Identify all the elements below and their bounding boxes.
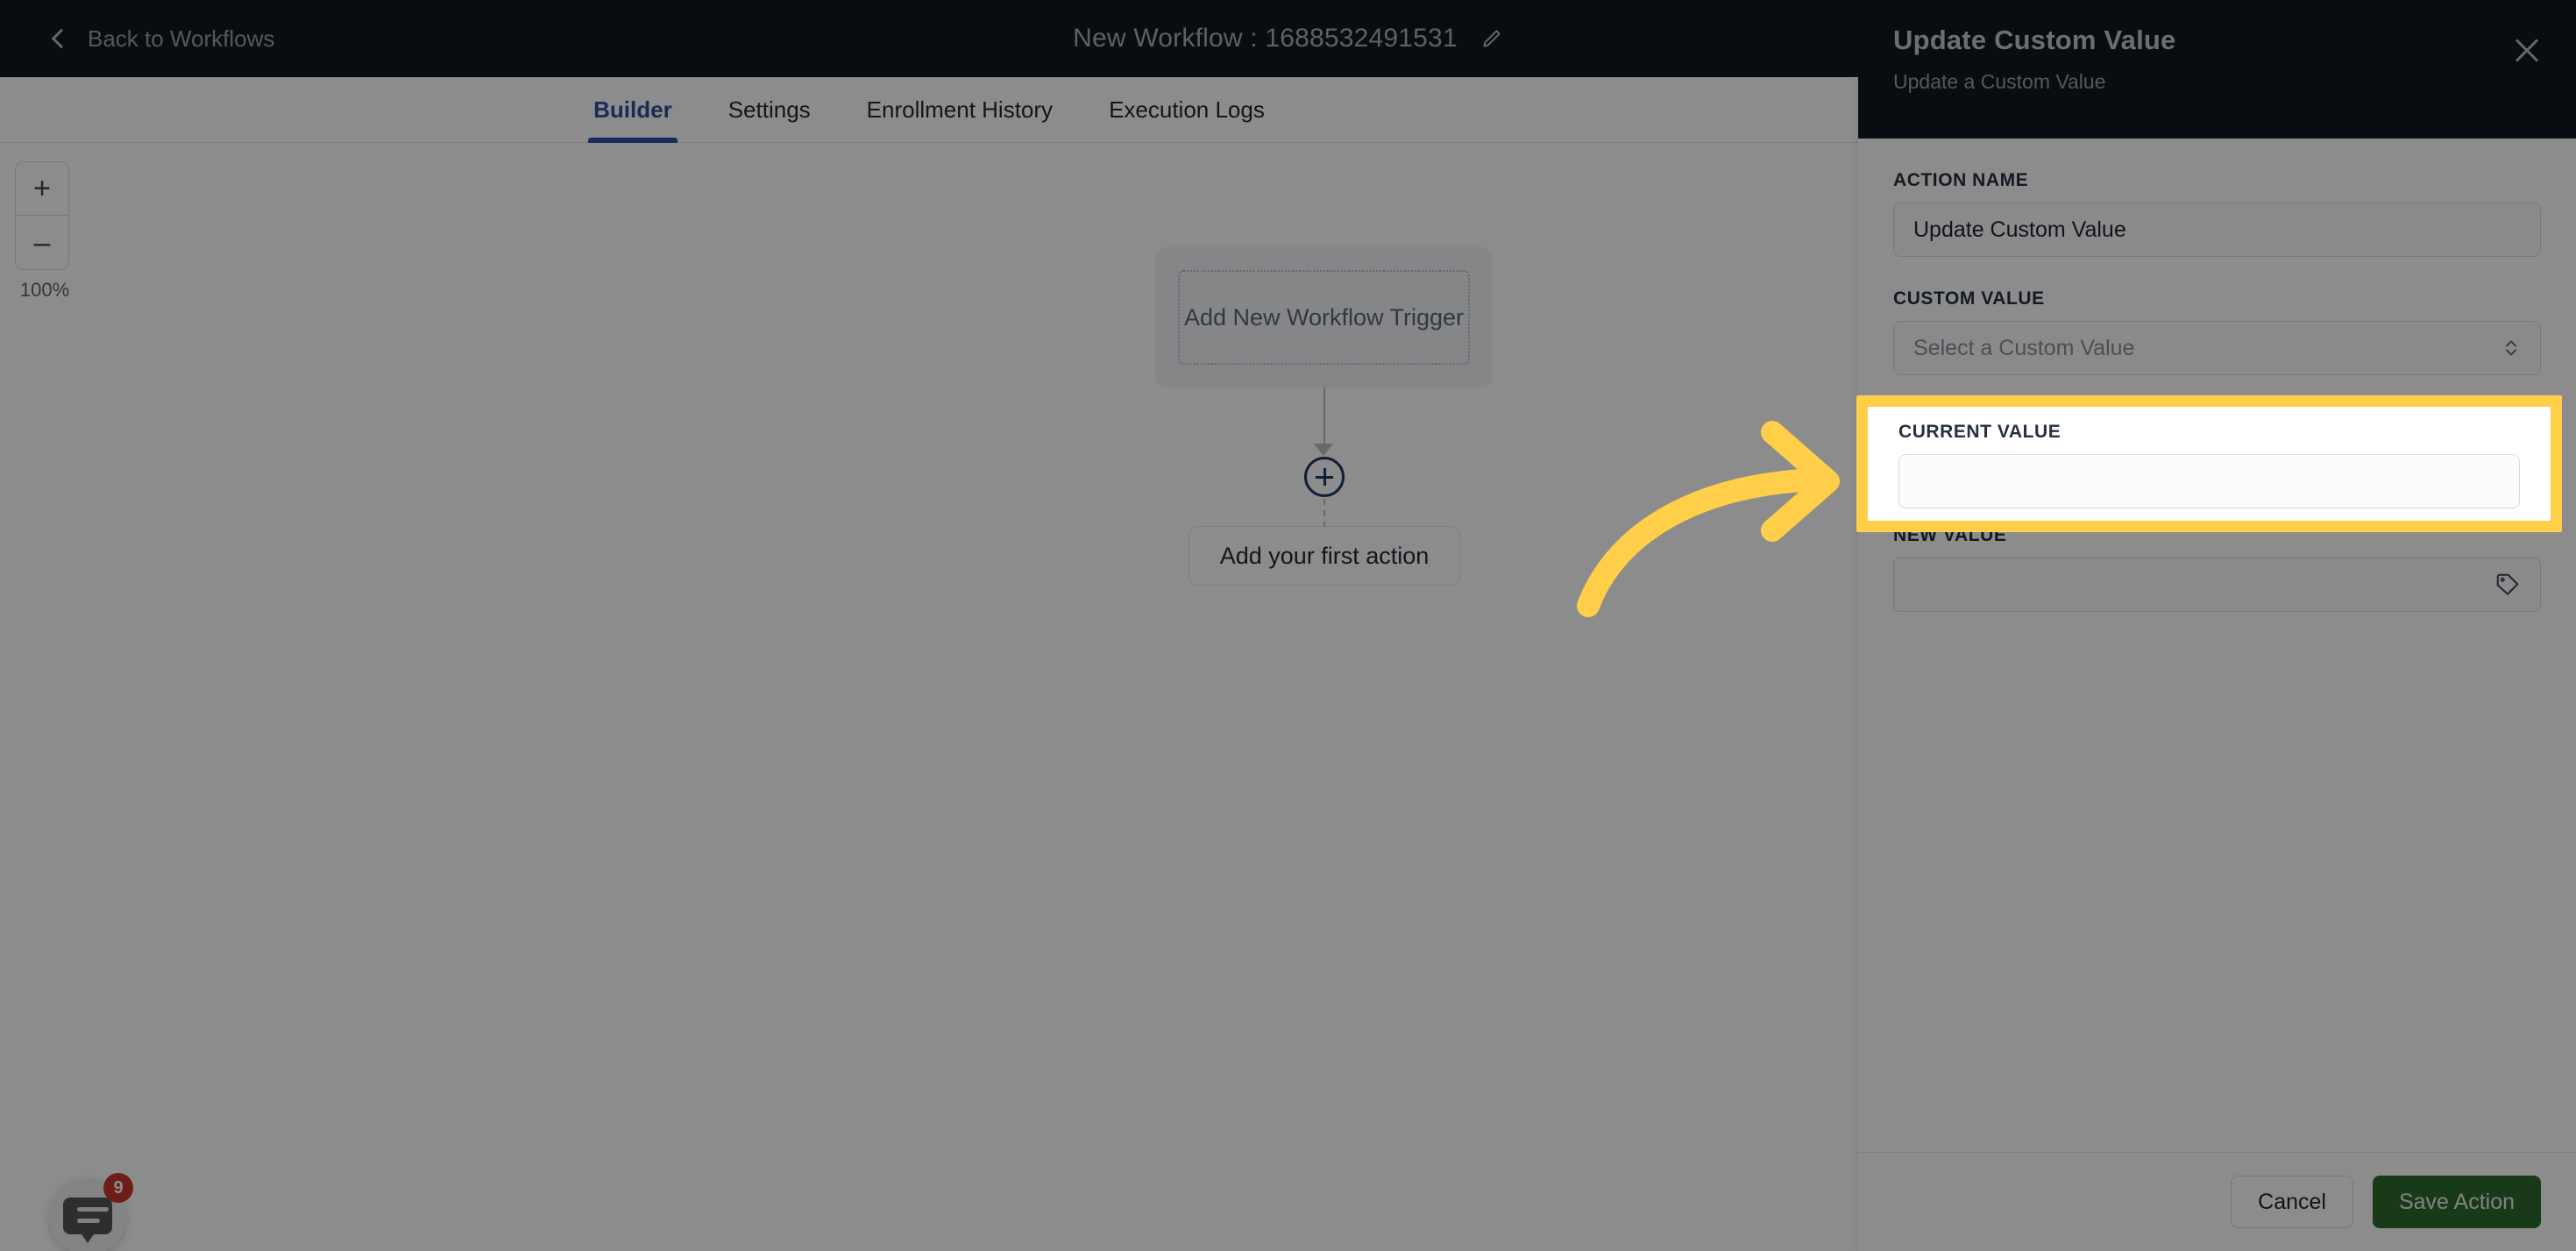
pencil-icon[interactable] [1480,27,1503,50]
chevron-up-down-icon [2506,340,2516,356]
workflow-title: New Workflow : 1688532491531 [1073,24,1458,53]
save-action-button-label: Save Action [2398,1189,2515,1214]
tab-enrollment-history-label: Enrollment History [866,96,1054,123]
flow-connector-arrowhead [1314,444,1333,456]
add-trigger-label: Add New Workflow Trigger [1183,303,1465,331]
action-name-input[interactable]: Update Custom Value [1893,203,2541,257]
panel-header: Update Custom Value Update a Custom Valu… [1858,0,2576,139]
zoom-controls: + – 100% [15,161,75,302]
custom-value-placeholder: Select a Custom Value [1913,335,2135,360]
panel-subtitle: Update a Custom Value [1893,70,2106,93]
field-new-value: NEW VALUE [1893,525,2541,612]
cancel-button-label: Cancel [2258,1189,2326,1214]
back-to-workflows-label: Back to Workflows [88,25,275,52]
app-root: Builder Settings Enrollment History Exec… [0,0,2576,1251]
workflow-canvas[interactable]: + – 100% Add New Workflow Trigger Add yo… [0,144,1858,1251]
tab-settings[interactable]: Settings [700,77,839,143]
zoom-out-button[interactable]: – [15,216,69,270]
tab-execution-logs[interactable]: Execution Logs [1081,77,1293,143]
zoom-level-label: 100% [19,279,70,301]
back-to-workflows-button[interactable]: Back to Workflows [51,0,275,77]
chat-unread-badge: 9 [103,1173,133,1203]
tab-execution-logs-label: Execution Logs [1109,96,1265,123]
new-value-input[interactable] [1893,558,2541,612]
chevron-left-icon [51,28,72,49]
current-value-input-highlighted[interactable] [1898,454,2520,508]
custom-value-select[interactable]: Select a Custom Value [1893,321,2541,375]
cancel-button[interactable]: Cancel [2231,1176,2353,1228]
add-first-action-button[interactable]: Add your first action [1189,526,1460,586]
tab-settings-label: Settings [727,96,811,123]
add-first-action-label: Add your first action [1219,542,1430,569]
field-custom-value: CUSTOM VALUE Select a Custom Value [1893,288,2541,375]
zoom-in-label: + [33,172,51,205]
workflow-tabs: Builder Settings Enrollment History Exec… [0,77,1858,143]
flow-connector-line [1323,387,1325,451]
tab-builder[interactable]: Builder [565,77,700,143]
tab-enrollment-history[interactable]: Enrollment History [839,77,1081,143]
zoom-out-label: – [33,225,51,259]
curved-arrow-right-icon [1577,421,1840,617]
zoom-in-button[interactable]: + [15,161,69,216]
close-icon[interactable] [2508,32,2546,70]
tag-icon[interactable] [2494,572,2521,598]
current-value-label-highlighted: CURRENT VALUE [1898,422,2062,442]
update-custom-value-panel: Update Custom Value Update a Custom Valu… [1858,0,2576,1251]
save-action-button[interactable]: Save Action [2372,1176,2541,1228]
panel-title: Update Custom Value [1893,25,2176,55]
workflow-flow: Add New Workflow Trigger Add your first … [1155,247,1493,586]
action-name-value: Update Custom Value [1913,217,2126,242]
highlight-box-content: CURRENT VALUE [1868,407,2551,521]
highlight-box-current-value: CURRENT VALUE [1856,395,2562,532]
add-node-button[interactable] [1304,457,1345,497]
add-trigger-dropzone[interactable]: Add New Workflow Trigger [1178,270,1470,365]
custom-value-label: CUSTOM VALUE [1893,288,2045,309]
tab-builder-label: Builder [593,96,672,123]
panel-body: ACTION NAME Update Custom Value CUSTOM V… [1858,139,2576,1152]
workflow-trigger-card[interactable]: Add New Workflow Trigger [1155,247,1493,387]
panel-footer: Cancel Save Action [1858,1152,2576,1251]
field-action-name: ACTION NAME Update Custom Value [1893,170,2541,257]
action-name-label: ACTION NAME [1893,170,2029,190]
chat-widget-button[interactable]: 9 [49,1173,133,1251]
